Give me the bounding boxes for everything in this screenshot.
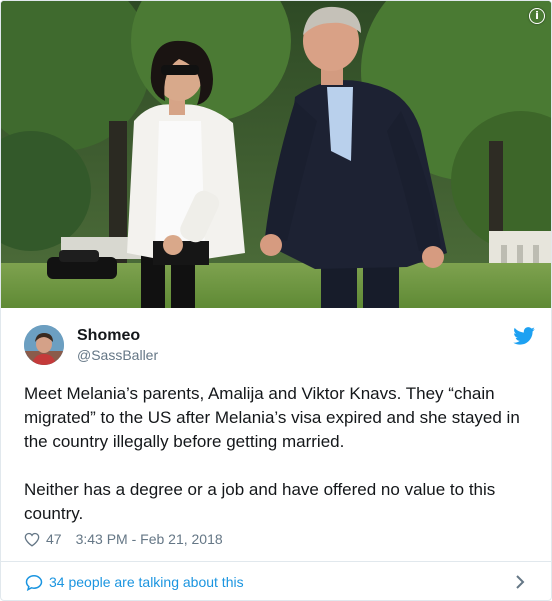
- talking-label[interactable]: 34 people are talking about this: [49, 573, 244, 591]
- tweet-card[interactable]: i Shomeo @SassBaller Meet Melania’s pare…: [0, 0, 552, 601]
- conversation-link[interactable]: 34 people are talking about this: [1, 562, 551, 600]
- chevron-right-icon[interactable]: [515, 575, 525, 589]
- photo-illustration: [1, 1, 551, 308]
- display-name[interactable]: Shomeo: [77, 326, 158, 346]
- speech-bubble-icon: [25, 574, 43, 591]
- user-handle[interactable]: @SassBaller: [77, 346, 158, 364]
- tweet-paragraph: Meet Melania’s parents, Amalija and Vikt…: [24, 384, 520, 451]
- like-count[interactable]: 47: [46, 530, 62, 548]
- info-icon[interactable]: i: [529, 8, 545, 24]
- timestamp[interactable]: 3:43 PM - Feb 21, 2018: [76, 530, 223, 548]
- twitter-bird-icon[interactable]: [513, 327, 535, 345]
- tweet-meta: 47 3:43 PM - Feb 21, 2018: [24, 530, 223, 548]
- tweet-paragraph: Neither has a degree or a job and have o…: [24, 480, 496, 523]
- tweet-text: Meet Melania’s parents, Amalija and Vikt…: [24, 382, 534, 526]
- heart-icon[interactable]: [24, 532, 40, 547]
- tweet-photo[interactable]: i: [1, 1, 551, 308]
- avatar[interactable]: [24, 325, 64, 365]
- tweet-author[interactable]: Shomeo @SassBaller: [24, 324, 158, 366]
